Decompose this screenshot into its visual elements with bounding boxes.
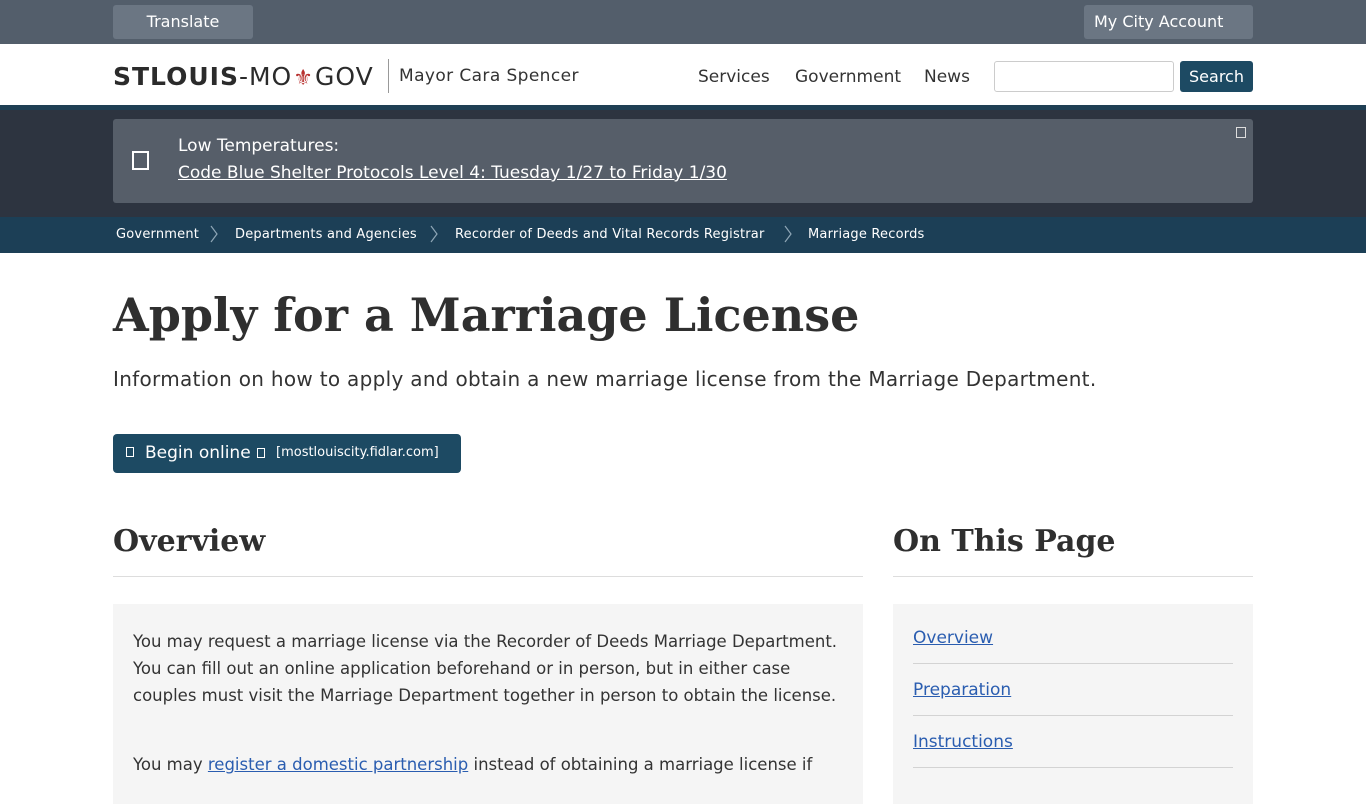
chevron-right-icon (430, 225, 438, 243)
nav-government[interactable]: Government (795, 67, 901, 87)
breadcrumb-marriage-records[interactable]: Marriage Records (808, 227, 925, 242)
alert-icon (132, 151, 149, 170)
logo-text-mo: -MO (238, 62, 293, 91)
utility-bar: Translate My City Account (0, 0, 1366, 44)
alert-box: Low Temperatures: Code Blue Shelter Prot… (113, 119, 1253, 203)
begin-online-label: Begin online (145, 443, 251, 463)
breadcrumb-departments[interactable]: Departments and Agencies (235, 227, 417, 242)
logo-divider (388, 59, 389, 93)
breadcrumb-government[interactable]: Government (116, 227, 199, 242)
chevron-right-icon (784, 225, 792, 243)
external-link-icon (126, 447, 134, 457)
fleur-de-lis-icon: ⚜ (293, 66, 314, 91)
alert-band: Low Temperatures: Code Blue Shelter Prot… (0, 110, 1366, 217)
breadcrumb-recorder[interactable]: Recorder of Deeds and Vital Records Regi… (455, 227, 765, 242)
logo-text-stlouis: STLOUIS (113, 62, 239, 91)
chevron-right-icon (210, 225, 218, 243)
mayor-link[interactable]: Mayor Cara Spencer (399, 66, 579, 86)
toc-link-overview[interactable]: Overview (913, 628, 1233, 648)
logo-text-gov: GOV (314, 62, 374, 91)
overview-paragraph: You may request a marriage license via t… (133, 632, 838, 705)
breadcrumb: Government Departments and Agencies Reco… (0, 217, 1366, 253)
nav-services[interactable]: Services (698, 67, 770, 87)
toc-link-instructions[interactable]: Instructions (913, 732, 1233, 752)
domestic-partnership-link[interactable]: register a domestic partnership (208, 755, 468, 774)
toc-divider (913, 663, 1233, 664)
external-link-icon (257, 448, 265, 458)
overview-paragraph-2: You may register a domestic partnership … (133, 751, 853, 778)
alert-link[interactable]: Code Blue Shelter Protocols Level 4: Tue… (178, 163, 727, 183)
site-header: STLOUIS-MO⚜GOV Mayor Cara Spencer Servic… (0, 44, 1366, 110)
on-this-page-heading: On This Page (893, 524, 1116, 559)
para2-prefix: You may (133, 755, 208, 774)
close-icon[interactable] (1236, 127, 1246, 138)
on-this-page-divider (893, 576, 1253, 577)
my-city-account-button[interactable]: My City Account (1084, 5, 1253, 39)
begin-online-domain: [mostlouiscity.fidlar.com] (276, 445, 439, 460)
nav-news[interactable]: News (924, 67, 970, 87)
site-logo[interactable]: STLOUIS-MO⚜GOV (113, 62, 374, 94)
alert-title: Low Temperatures: (178, 136, 340, 156)
toc-link-preparation[interactable]: Preparation (913, 680, 1233, 700)
overview-heading: Overview (113, 524, 266, 559)
page-title: Apply for a Marriage License (113, 288, 860, 342)
translate-button[interactable]: Translate (113, 5, 253, 39)
overview-panel: You may request a marriage license via t… (113, 604, 863, 804)
overview-divider (113, 576, 863, 577)
on-this-page-panel: Overview Preparation Instructions (893, 604, 1253, 804)
toc-divider (913, 715, 1233, 716)
search-button[interactable]: Search (1180, 61, 1253, 92)
page-subtitle: Information on how to apply and obtain a… (113, 367, 1097, 391)
search-input[interactable] (994, 61, 1174, 92)
begin-online-button[interactable]: Begin online [mostlouiscity.fidlar.com] (113, 434, 461, 473)
para2-suffix: instead of obtaining a marriage license … (468, 755, 813, 774)
